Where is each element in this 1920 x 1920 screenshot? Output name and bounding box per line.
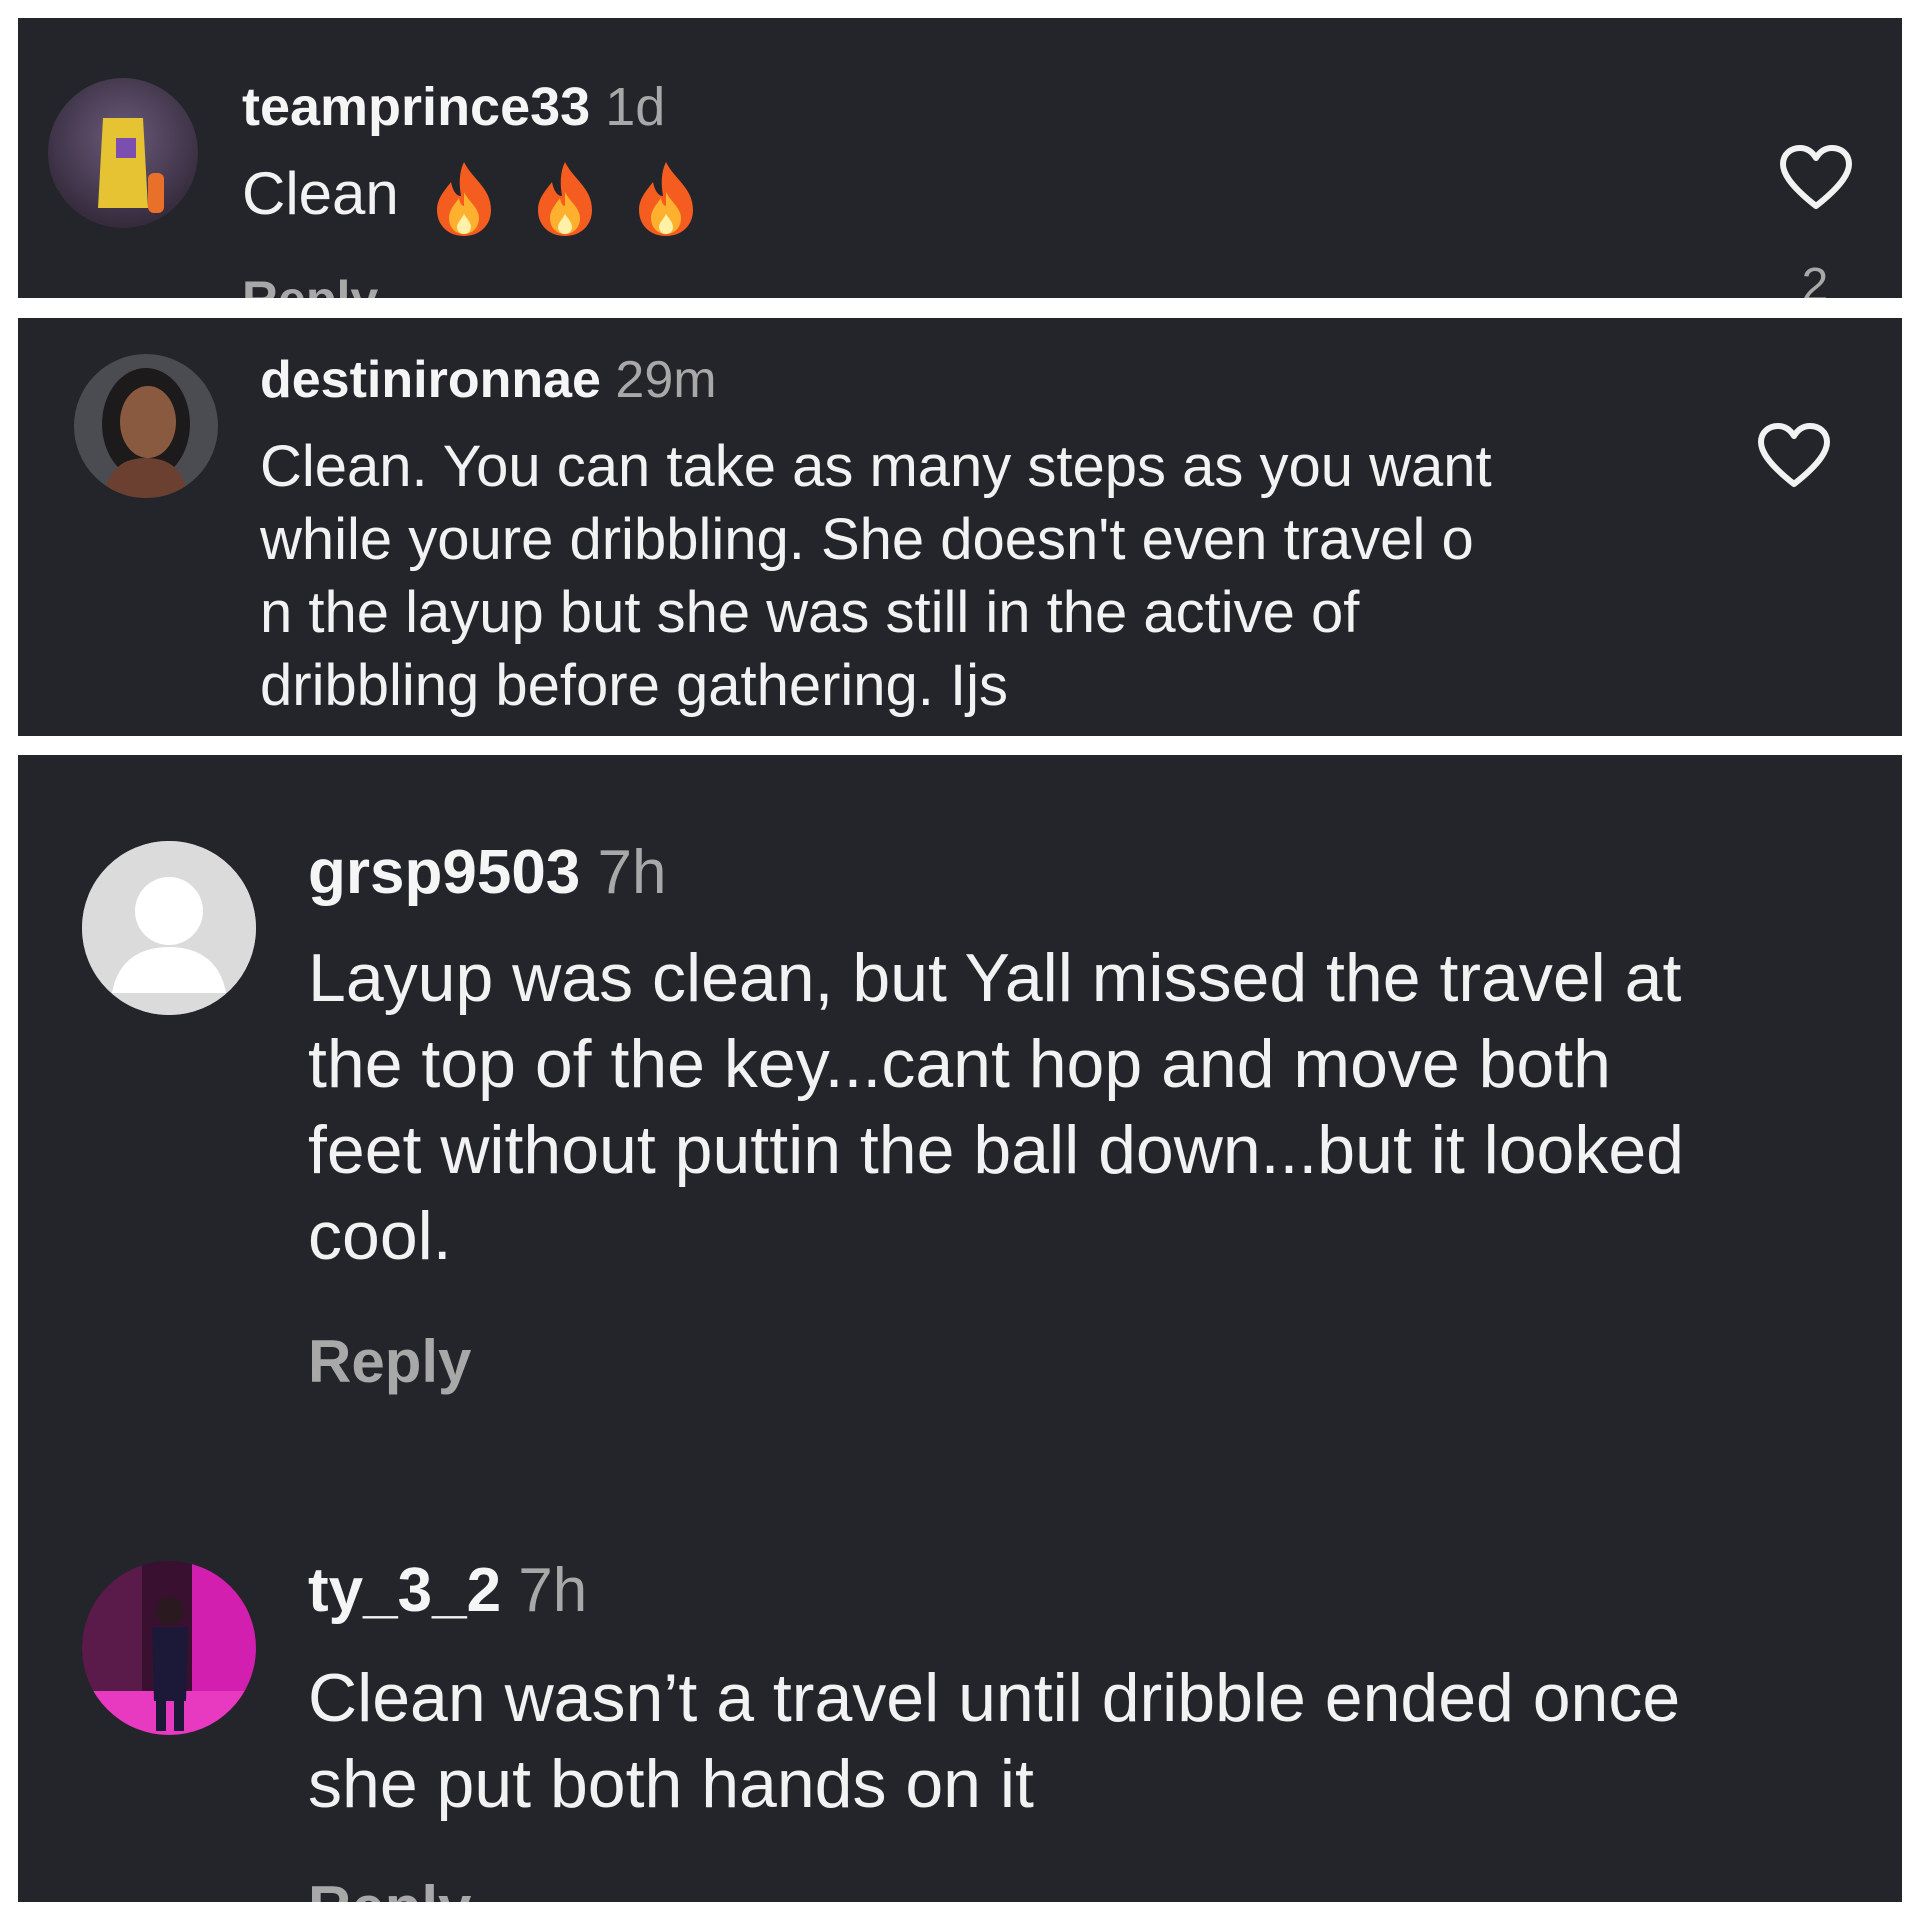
comment-text-line: she put both hands on it [308, 1746, 1034, 1822]
heart-icon[interactable] [1756, 422, 1832, 490]
like-count: 2 [1801, 259, 1829, 298]
user-photo [48, 78, 198, 228]
comment-panel-1: teamprince33 1d Clean Reply 2 [18, 18, 1902, 298]
reply-button[interactable]: Reply [308, 1873, 471, 1902]
reply-button[interactable]: Reply [242, 270, 378, 298]
fire-icon [437, 162, 492, 236]
fire-icon [638, 162, 693, 236]
comment-panel-2: destinironnae 29m Clean. You can take as… [18, 318, 1902, 736]
timestamp: 7h [597, 838, 667, 907]
default-avatar-icon [82, 841, 256, 1015]
comment-text-line: Clean wasn’t a travel until dribble ende… [308, 1660, 1681, 1736]
reply-button[interactable]: Reply [308, 1327, 471, 1396]
timestamp: 29m [615, 351, 717, 409]
user-photo [82, 1561, 256, 1735]
comment-text-line: cool. [308, 1198, 452, 1274]
comment-header: teamprince33 1d [242, 76, 665, 138]
comment-text: Clean. You can take as many steps as you… [260, 430, 1492, 722]
comment-text-line: while youre dribbling. She doesn't even … [260, 507, 1474, 572]
heart-icon[interactable] [1778, 144, 1854, 212]
username[interactable]: teamprince33 [242, 77, 590, 137]
timestamp: 1d [605, 77, 666, 137]
comment-text-line: Clean. You can take as many steps as you… [260, 434, 1492, 499]
username[interactable]: destinironnae [260, 351, 601, 409]
comment-text: Clean wasn’t a travel until dribble ende… [308, 1655, 1898, 1827]
comment-header: grsp9503 7h [308, 837, 666, 908]
comment-text: Clean [242, 158, 701, 238]
comment-text-line: Layup was clean, but Yall missed the tra… [308, 940, 1682, 1016]
avatar[interactable] [82, 841, 256, 1015]
avatar[interactable] [82, 1561, 256, 1735]
timestamp: 7h [518, 1556, 588, 1625]
comment-text: Layup was clean, but Yall missed the tra… [308, 935, 1898, 1279]
comment-text-line: dribbling before gathering. Ijs [260, 653, 1009, 718]
avatar[interactable] [48, 78, 198, 228]
comment-header: ty_3_2 7h [308, 1555, 587, 1626]
username[interactable]: grsp9503 [308, 838, 580, 907]
user-photo [74, 354, 218, 498]
comment-text-line: the top of the key...cant hop and move b… [308, 1026, 1611, 1102]
comment-text-line: n the layup but she was still in the act… [260, 580, 1360, 645]
avatar[interactable] [74, 354, 218, 498]
comment-text-content: Clean [242, 159, 399, 227]
comment-panel-3: grsp9503 7h Layup was clean, but Yall mi… [18, 755, 1902, 1902]
username[interactable]: ty_3_2 [308, 1556, 501, 1625]
comment-header: destinironnae 29m [260, 350, 717, 410]
fire-icon [538, 162, 593, 236]
comment-text-line: feet without puttin the ball down...but … [308, 1112, 1685, 1188]
